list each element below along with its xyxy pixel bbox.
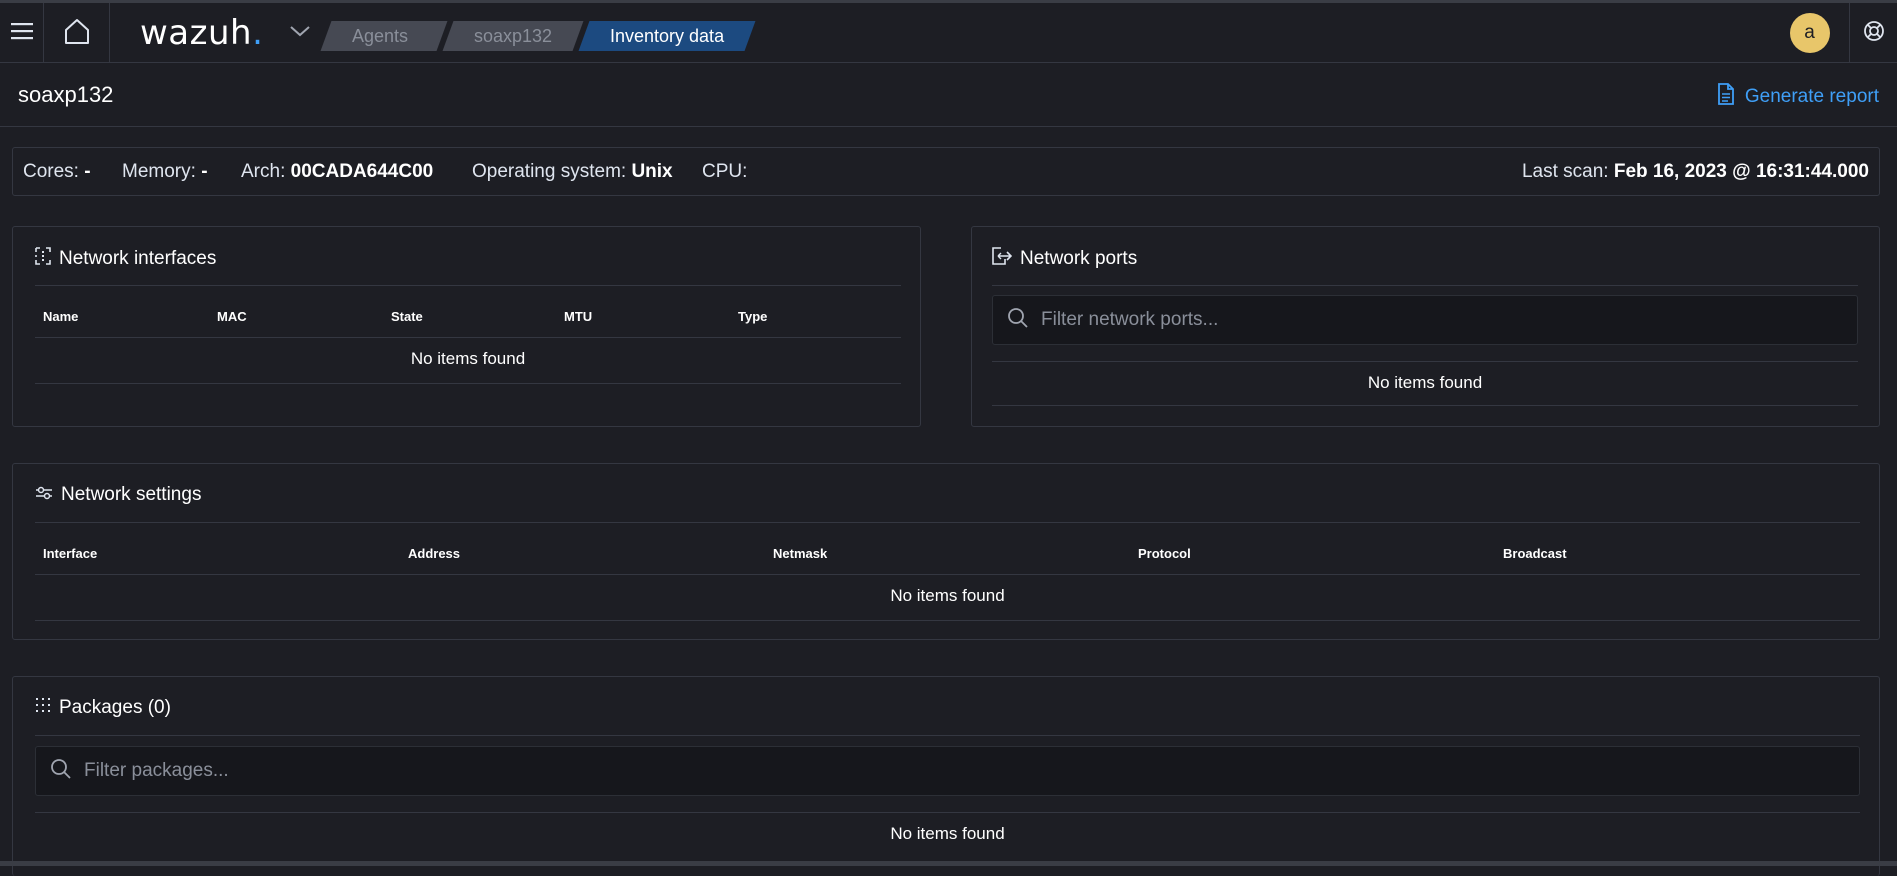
memory-info: Memory: - xyxy=(122,161,208,182)
packages-title: Packages (0) xyxy=(35,697,171,719)
top-header: wazuh. Agents soaxp132 Inventory data a xyxy=(0,3,1897,63)
column-header[interactable]: Netmask xyxy=(773,546,827,561)
cpu-info: CPU: xyxy=(702,161,748,182)
agent-info-bar: Cores: - Memory: - Arch: 00CADA644C00 Op… xyxy=(12,147,1880,196)
network-ports-title: Network ports xyxy=(992,247,1137,271)
column-header[interactable]: Name xyxy=(43,309,78,324)
generate-report-label: Generate report xyxy=(1744,86,1879,107)
app-switcher-button[interactable] xyxy=(282,3,318,63)
empty-message: No items found xyxy=(890,586,1005,605)
chevron-down-icon xyxy=(289,24,311,43)
logo-text: wazuh xyxy=(140,13,253,53)
menu-button[interactable] xyxy=(0,3,44,63)
breadcrumb-current: Inventory data xyxy=(578,21,756,51)
network-interface-icon xyxy=(35,247,51,271)
column-header[interactable]: Address xyxy=(408,546,460,561)
column-header[interactable]: Protocol xyxy=(1138,546,1191,561)
empty-message: No items found xyxy=(890,824,1005,843)
grid-dots-icon xyxy=(35,697,51,719)
column-header[interactable]: MAC xyxy=(217,309,247,324)
settings-sliders-icon xyxy=(35,484,53,506)
wazuh-logo[interactable]: wazuh. xyxy=(140,3,264,63)
cores-info: Cores: - xyxy=(23,161,91,182)
page-title: soaxp132 xyxy=(18,82,114,107)
column-header[interactable]: State xyxy=(391,309,423,324)
os-info: Operating system: Unix xyxy=(472,161,673,182)
avatar: a xyxy=(1789,13,1830,53)
arch-info: Arch: 00CADA644C00 xyxy=(241,161,434,182)
bottom-border xyxy=(0,861,1897,866)
search-icon xyxy=(1007,307,1029,334)
home-button[interactable] xyxy=(44,3,110,63)
help-button[interactable] xyxy=(1850,3,1897,63)
breadcrumb-agent[interactable]: soaxp132 xyxy=(442,21,584,51)
empty-message: No items found xyxy=(1367,373,1483,392)
breadcrumb: Agents soaxp132 Inventory data xyxy=(320,21,756,51)
page-header: soaxp132 Generate report xyxy=(0,64,1897,127)
user-menu-button[interactable]: a xyxy=(1770,3,1850,63)
hamburger-icon xyxy=(10,22,33,45)
search-icon xyxy=(50,758,72,785)
column-header[interactable]: MTU xyxy=(564,309,592,324)
packages-search-input[interactable] xyxy=(84,760,1713,782)
packages-search[interactable] xyxy=(35,746,1860,796)
network-ports-search[interactable] xyxy=(992,295,1858,345)
last-scan-info: Last scan: Feb 16, 2023 @ 16:31:44.000 xyxy=(1521,161,1869,182)
lifebuoy-icon xyxy=(1863,20,1885,47)
column-header[interactable]: Broadcast xyxy=(1503,546,1567,561)
network-settings-panel: Network settings Interface Address Netma… xyxy=(12,463,1880,640)
network-interfaces-panel: Network interfaces Name MAC State MTU Ty… xyxy=(12,226,921,427)
network-ports-panel: Network ports No items found xyxy=(971,226,1880,427)
column-header[interactable]: Type xyxy=(738,309,767,324)
network-interfaces-title: Network interfaces xyxy=(35,247,216,271)
breadcrumb-agents[interactable]: Agents xyxy=(320,21,448,51)
generate-report-button[interactable]: Generate report xyxy=(1717,83,1879,111)
empty-message: No items found xyxy=(410,349,526,368)
export-icon xyxy=(992,247,1013,271)
logo-dot: . xyxy=(252,13,264,53)
home-icon xyxy=(63,17,91,50)
column-header[interactable]: Interface xyxy=(43,546,97,561)
packages-panel: Packages (0) No items found xyxy=(12,676,1880,876)
document-icon xyxy=(1717,83,1735,111)
network-settings-title: Network settings xyxy=(35,484,201,506)
network-ports-search-input[interactable] xyxy=(1041,309,1806,331)
